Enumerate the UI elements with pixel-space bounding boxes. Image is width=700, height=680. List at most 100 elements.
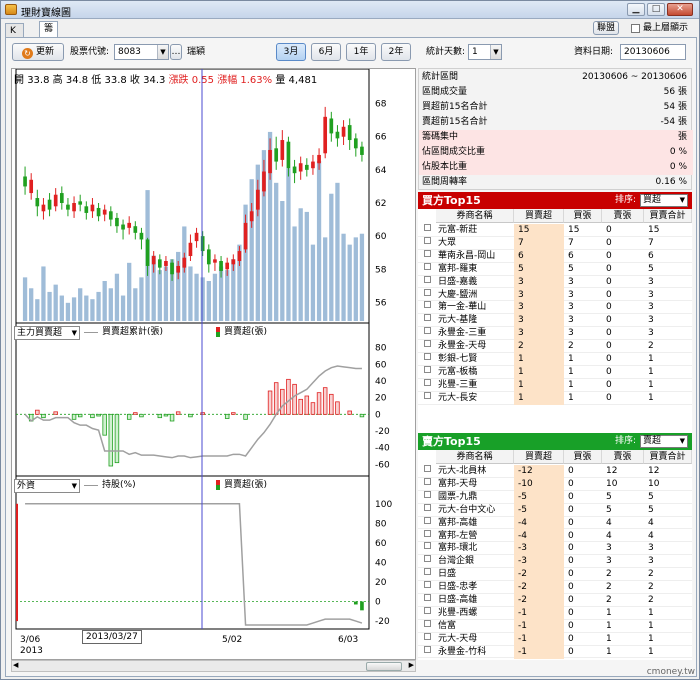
close-button[interactable]: ✕	[667, 3, 693, 16]
table-row[interactable]: 元大-天母 -1 0 1 1	[418, 632, 692, 646]
row-checkbox[interactable]	[424, 391, 431, 399]
row-checkbox[interactable]	[424, 301, 431, 309]
table-row[interactable]: 富邦-天母 -10 0 10 10	[418, 477, 692, 491]
link-button[interactable]: 聯盟	[593, 21, 619, 35]
table-row[interactable]: 華南永昌-岡山 6 6 0 6	[418, 249, 692, 263]
row-checkbox[interactable]	[424, 581, 431, 589]
scroll-thumb[interactable]	[366, 662, 402, 671]
row-checkbox[interactable]	[424, 490, 431, 498]
table-row[interactable]: 兆豐-三重 1 1 0 1	[418, 378, 692, 392]
table-row[interactable]: 永豐金-竹科 -1 0 1 1	[418, 645, 692, 659]
row-checkbox[interactable]	[424, 555, 431, 563]
row-checkbox[interactable]	[424, 236, 431, 244]
column-header[interactable]: 賣張	[602, 450, 644, 464]
column-header[interactable]: 買張	[564, 450, 602, 464]
candle-body	[335, 131, 340, 139]
date-input[interactable]: 20130606	[620, 44, 686, 60]
table-row[interactable]: 彰銀-七賢 1 1 0 1	[418, 353, 692, 366]
row-checkbox[interactable]	[424, 288, 431, 296]
row-checkbox[interactable]	[424, 275, 431, 283]
table-row[interactable]: 元富-板橋 1 1 0 1	[418, 365, 692, 379]
sell-sort-dropdown[interactable]: 賣超 ▼	[640, 435, 688, 448]
table-row[interactable]: 信富 -1 0 1 1	[418, 619, 692, 633]
row-checkbox[interactable]	[424, 529, 431, 537]
stat-key: 籌碼集中	[422, 132, 459, 142]
scroll-right-icon[interactable]: ▶	[409, 661, 414, 669]
table-row[interactable]: 台灣企銀 -3 0 3 3	[418, 555, 692, 569]
table-row[interactable]: 日盛-忠孝 -2 0 2 2	[418, 581, 692, 594]
row-checkbox[interactable]	[424, 262, 431, 270]
row-checkbox[interactable]	[424, 542, 431, 550]
table-row[interactable]: 元大-基隆 3 3 0 3	[418, 314, 692, 328]
horizontal-scrollbar[interactable]: ◀ ▶	[11, 660, 416, 672]
panel2-dropdown[interactable]: 主力買賣超 ▼	[14, 326, 80, 340]
table-row[interactable]: 元富-新莊 15 15 0 15	[418, 224, 692, 237]
column-header[interactable]: 買賣超	[514, 209, 564, 223]
table-row[interactable]: 大慶-鹽洲 3 3 0 3	[418, 288, 692, 302]
range-6m-button[interactable]: 6月	[311, 43, 341, 61]
table-row[interactable]: 日盛-高雄 -2 0 2 2	[418, 594, 692, 607]
cell: -2	[514, 581, 564, 594]
column-header[interactable]: 買賣合計	[644, 209, 692, 223]
chart-area[interactable]: 開 33.8 高 34.8 低 33.8 收 34.3 漲跌 0.55 漲幅 1…	[11, 68, 416, 660]
column-header[interactable]: 買賣合計	[644, 450, 692, 464]
table-row[interactable]: 日盛-嘉義 3 3 0 3	[418, 275, 692, 289]
column-header[interactable]: 券商名稱	[436, 209, 514, 223]
table-row[interactable]: 富邦-環北 -3 0 3 3	[418, 542, 692, 556]
tab-chip-kline[interactable]: 籌碼K線圖	[39, 21, 59, 90]
row-checkbox[interactable]	[424, 477, 431, 485]
column-header[interactable]: 買賣超	[514, 450, 564, 464]
row-checkbox[interactable]	[424, 516, 431, 524]
row-checkbox[interactable]	[424, 378, 431, 386]
panel3-dropdown[interactable]: 外資 ▼	[14, 479, 80, 493]
row-checkbox[interactable]	[424, 353, 431, 360]
table-row[interactable]: 永豐金-天母 2 2 0 2	[418, 340, 692, 353]
table-row[interactable]: 元大-台中文心 -5 0 5 5	[418, 503, 692, 517]
row-checkbox[interactable]	[424, 465, 431, 472]
minimize-button[interactable]: ▁	[627, 3, 645, 16]
column-header[interactable]: 買張	[564, 209, 602, 223]
table-row[interactable]: 富邦-左營 -4 0 4 4	[418, 529, 692, 543]
row-checkbox[interactable]	[424, 314, 431, 322]
stock-dropdown-icon[interactable]: ▼	[157, 45, 168, 59]
days-dropdown-icon[interactable]: ▼	[490, 45, 501, 59]
range-3m-button[interactable]: 3月	[276, 43, 306, 61]
cell: 0	[568, 569, 574, 580]
row-checkbox[interactable]	[424, 606, 431, 614]
row-checkbox[interactable]	[424, 619, 431, 627]
column-header[interactable]: 賣張	[602, 209, 644, 223]
table-row[interactable]: 元大-長安 1 1 0 1	[418, 391, 692, 405]
range-2y-button[interactable]: 2年	[381, 43, 411, 61]
stock-more-button[interactable]: …	[170, 44, 182, 60]
update-button[interactable]: ↻ 更新	[12, 43, 64, 61]
row-checkbox[interactable]	[424, 327, 431, 335]
row-checkbox[interactable]	[424, 632, 431, 640]
candle-body	[53, 194, 58, 207]
row-checkbox[interactable]	[424, 594, 431, 601]
row-checkbox[interactable]	[424, 365, 431, 373]
row-checkbox[interactable]	[424, 224, 431, 231]
table-row[interactable]: 元大-北員林 -12 0 12 12	[418, 465, 692, 478]
row-checkbox[interactable]	[424, 340, 431, 348]
table-row[interactable]: 國票-九鼎 -5 0 5 5	[418, 490, 692, 504]
table-row[interactable]: 富邦-羅東 5 5 0 5	[418, 262, 692, 276]
row-checkbox[interactable]	[424, 568, 431, 576]
flow-bar	[298, 398, 303, 415]
table-row[interactable]: 永豐金-三重 3 3 0 3	[418, 327, 692, 341]
range-1y-button[interactable]: 1年	[346, 43, 376, 61]
scroll-left-icon[interactable]: ◀	[13, 661, 18, 669]
table-row[interactable]: 富邦-高雄 -4 0 4 4	[418, 516, 692, 530]
table-row[interactable]: 兆豐-西螺 -1 0 1 1	[418, 606, 692, 620]
buy-sort-dropdown[interactable]: 買超 ▼	[640, 194, 688, 207]
row-checkbox[interactable]	[424, 503, 431, 511]
row-checkbox[interactable]	[424, 645, 431, 653]
tab-kline[interactable]: K線圖	[5, 23, 24, 64]
stat-row: 區間周轉率 0.16 %	[419, 175, 693, 190]
table-row[interactable]: 日盛 -2 0 2 2	[418, 568, 692, 582]
column-header[interactable]: 券商名稱	[436, 450, 514, 464]
maximize-button[interactable]: □	[647, 3, 665, 16]
table-row[interactable]: 大眾 7 7 0 7	[418, 236, 692, 250]
ontop-checkbox[interactable]	[631, 24, 640, 33]
table-row[interactable]: 第一金-華山 3 3 0 3	[418, 301, 692, 315]
row-checkbox[interactable]	[424, 249, 431, 257]
